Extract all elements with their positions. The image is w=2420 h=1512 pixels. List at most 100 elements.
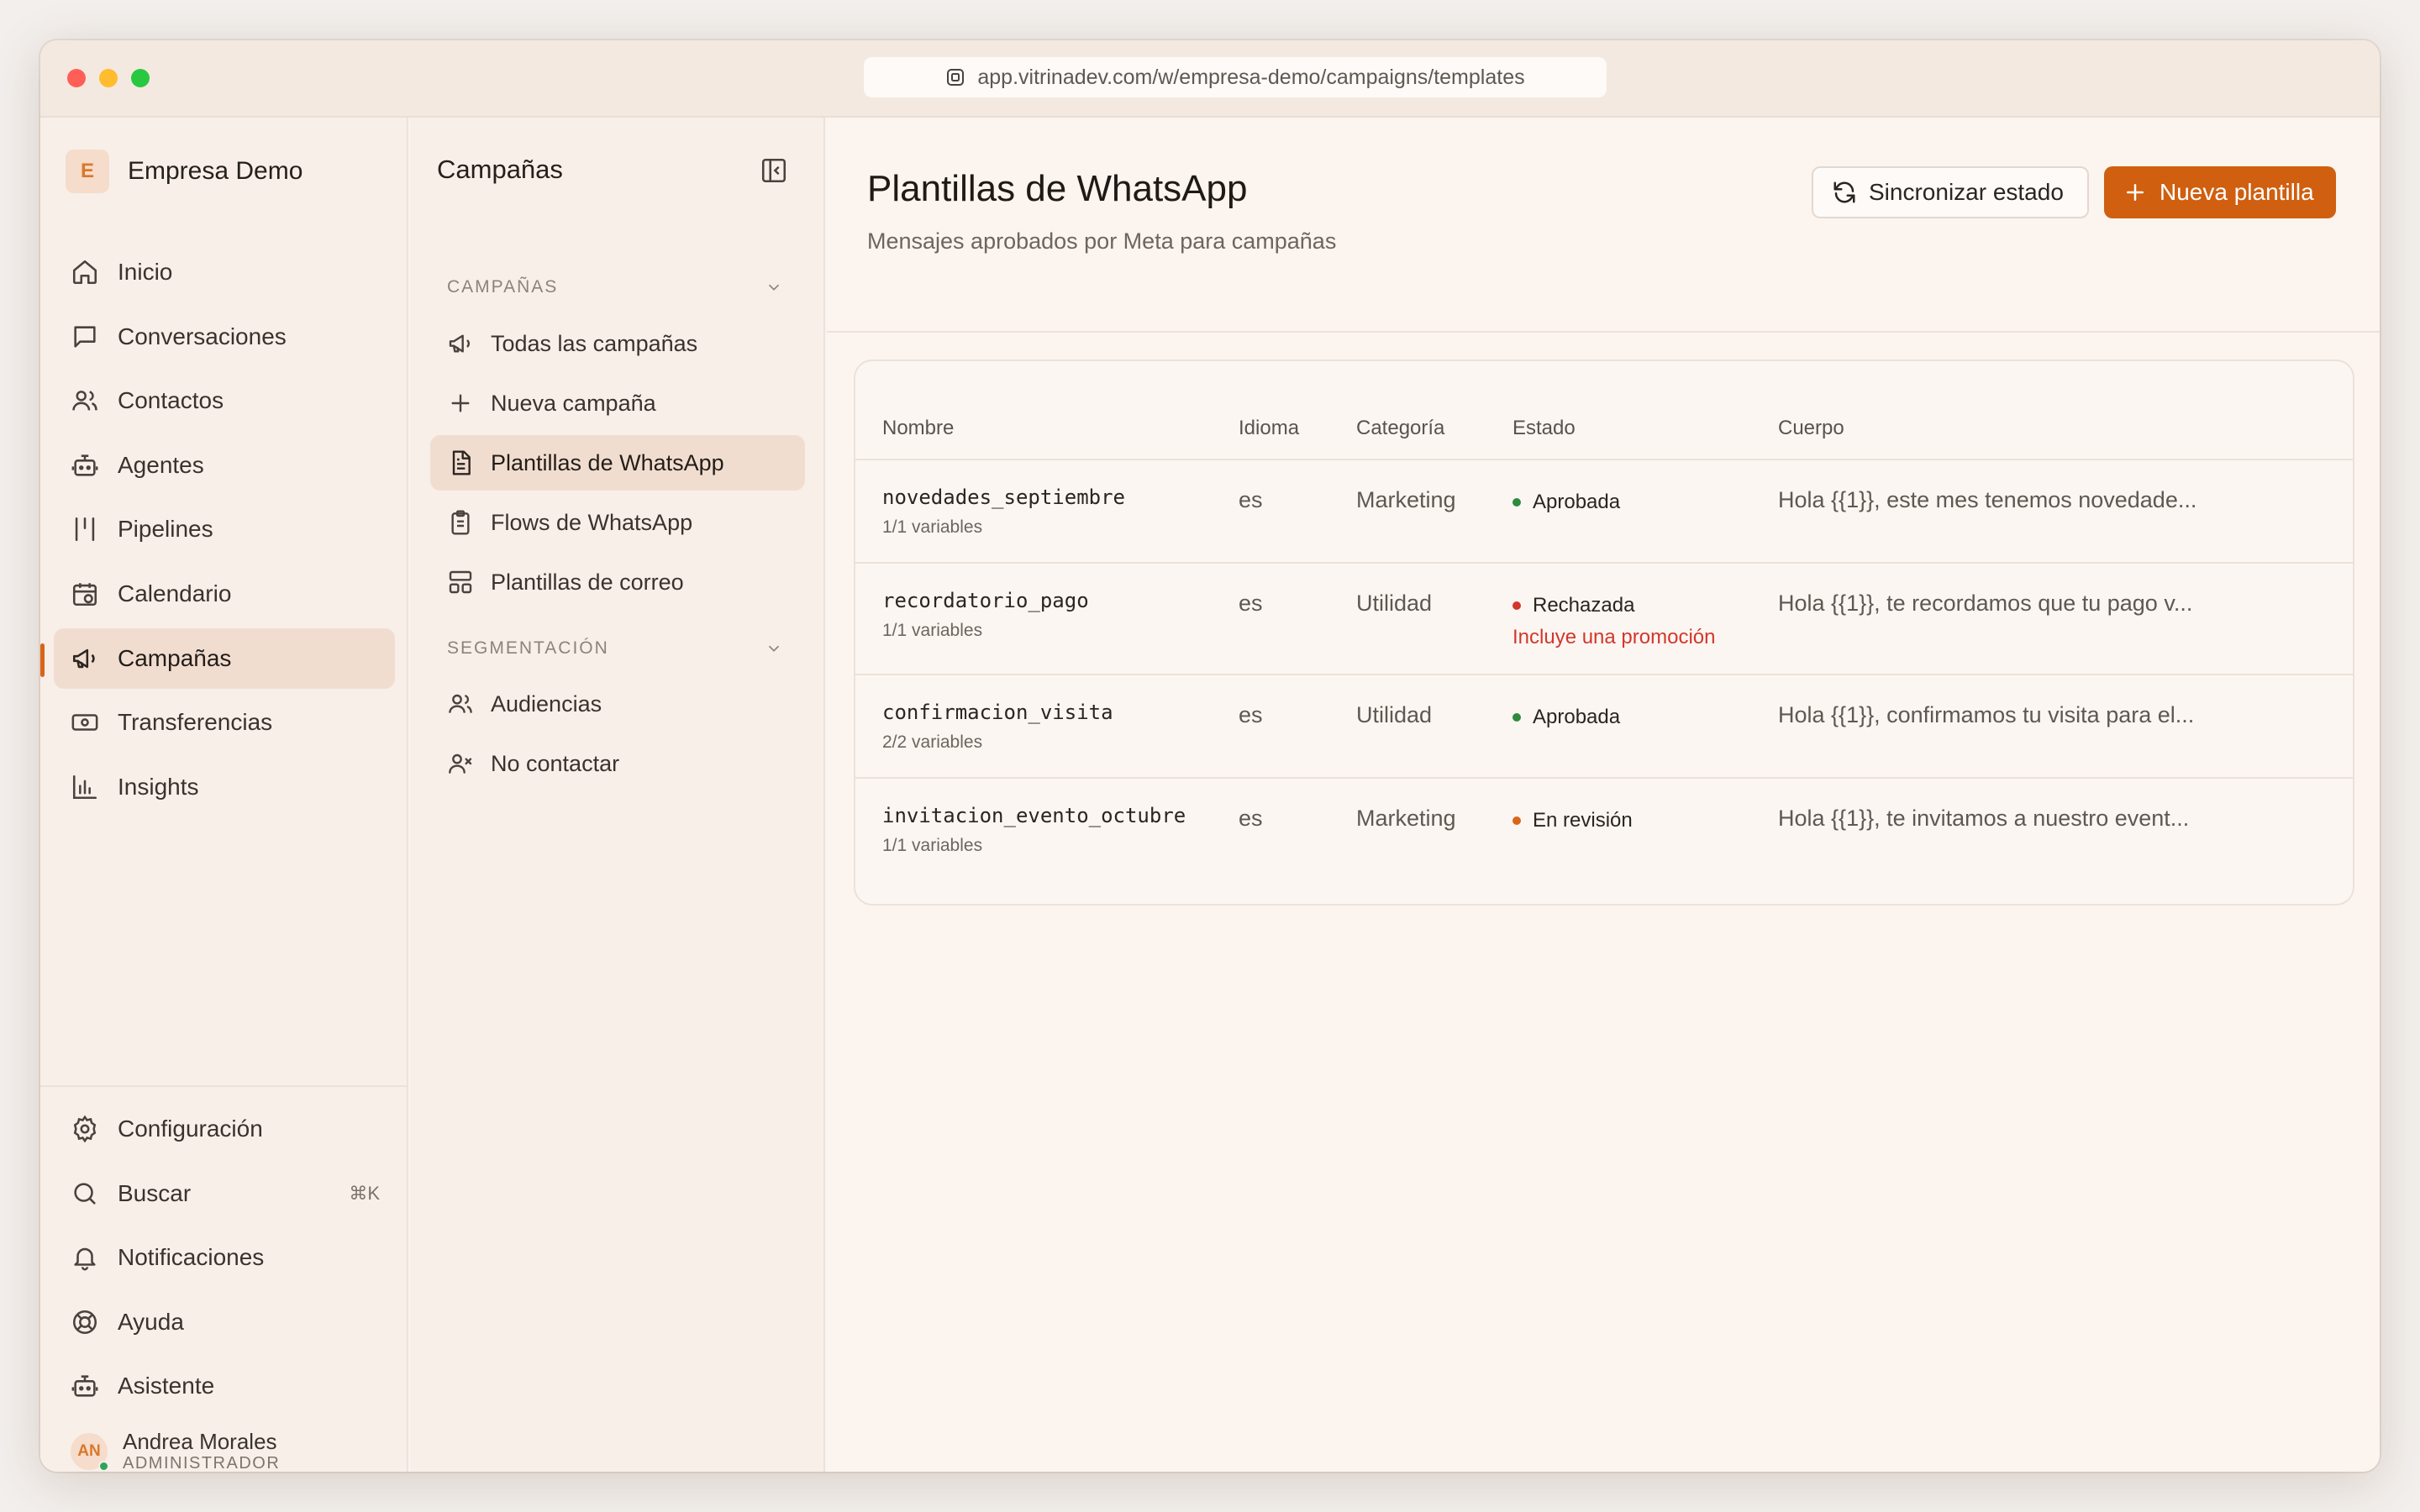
bottom-nav: Configuración Buscar ⌘K Notificaciones A…	[54, 1099, 395, 1420]
panel-item-no-contactar[interactable]: No contactar	[430, 736, 805, 791]
column-header-cuerpo[interactable]: Cuerpo	[1778, 417, 1844, 440]
new-template-label: Nueva plantilla	[2160, 179, 2314, 205]
template-body: Hola {{1}}, te invitamos a nuestro event…	[1778, 806, 2190, 831]
nav-label: Calendario	[118, 580, 232, 606]
file-text-icon	[452, 450, 471, 475]
panel-item-label: Nueva campaña	[491, 390, 656, 416]
nav-item-configuracion[interactable]: Configuración	[54, 1099, 395, 1159]
user-role: ADMINISTRADOR	[123, 1454, 281, 1472]
browser-window: app.vitrinadev.com/w/empresa-demo/campai…	[40, 40, 2380, 1472]
divider	[40, 1085, 408, 1087]
column-header-categoria[interactable]: Categoría	[1356, 417, 1444, 440]
nav-item-notificaciones[interactable]: Notificaciones	[54, 1227, 395, 1288]
nav-label: Notificaciones	[118, 1244, 265, 1271]
table-row[interactable]: recordatorio_pago 1/1 variables es Utili…	[855, 564, 2353, 675]
template-body: Hola {{1}}, te recordamos que tu pago v.…	[1778, 591, 2193, 616]
template-name: recordatorio_pago	[882, 589, 1089, 612]
nav-label: Pipelines	[118, 516, 213, 543]
template-body: Hola {{1}}, confirmamos tu visita para e…	[1778, 702, 2195, 727]
status-label: Aprobada	[1533, 706, 1621, 728]
section-label: CAMPAÑAS	[447, 277, 559, 297]
nav-label: Insights	[118, 773, 199, 800]
panel-item-label: Plantillas de correo	[491, 569, 684, 595]
user-name: Andrea Morales	[123, 1429, 277, 1454]
nav-item-inicio[interactable]: Inicio	[54, 242, 395, 302]
nav-item-pipelines[interactable]: Pipelines	[54, 499, 395, 559]
search-shortcut: ⌘K	[349, 1182, 380, 1204]
minimize-window-button[interactable]	[99, 69, 118, 87]
close-window-button[interactable]	[67, 69, 86, 87]
table-row[interactable]: invitacion_evento_octubre 1/1 variables …	[855, 779, 2353, 882]
nav-item-transferencias[interactable]: Transferencias	[54, 692, 395, 753]
title-bar: app.vitrinadev.com/w/empresa-demo/campai…	[40, 40, 2380, 118]
sync-status-button[interactable]: Sincronizar estado	[1812, 166, 2089, 218]
template-name: novedades_septiembre	[882, 486, 1125, 509]
nav-item-insights[interactable]: Insights	[54, 757, 395, 817]
status-dot	[1512, 601, 1521, 610]
page-title: Plantillas de WhatsApp	[867, 168, 1248, 209]
bot-icon	[71, 454, 98, 476]
nav-item-ayuda[interactable]: Ayuda	[54, 1292, 395, 1352]
template-language: es	[1239, 806, 1263, 831]
main-sidebar: E Empresa Demo Inicio Conversaciones Con…	[40, 118, 408, 1472]
column-header-nombre[interactable]: Nombre	[882, 417, 954, 440]
panel-item-label: Flows de WhatsApp	[491, 509, 693, 535]
panel-item-label: Todas las campañas	[491, 330, 698, 356]
table-row[interactable]: confirmacion_visita 2/2 variables es Uti…	[855, 675, 2353, 779]
column-header-estado[interactable]: Estado	[1512, 417, 1576, 440]
megaphone-icon	[449, 334, 470, 353]
template-category: Marketing	[1356, 806, 1456, 831]
page-header: Plantillas de WhatsApp Mensajes aprobado…	[827, 118, 2380, 333]
status-badge: Aprobada	[1512, 706, 1620, 729]
nav-item-buscar[interactable]: Buscar ⌘K	[54, 1163, 395, 1224]
panel-item-nueva-campana[interactable]: Nueva campaña	[430, 375, 805, 431]
status-dot	[1512, 498, 1521, 507]
panel-item-flows-whatsapp[interactable]: Flows de WhatsApp	[430, 495, 805, 550]
panel-item-plantillas-whatsapp[interactable]: Plantillas de WhatsApp	[430, 435, 805, 491]
new-template-button[interactable]: Nueva plantilla	[2104, 166, 2336, 218]
address-bar[interactable]: app.vitrinadev.com/w/empresa-demo/campai…	[864, 57, 1607, 97]
campaigns-panel: Campañas CAMPAÑAS Todas las campañas Nue…	[410, 118, 825, 1472]
panel-item-audiencias[interactable]: Audiencias	[430, 676, 805, 732]
chart-icon	[72, 774, 97, 799]
user-x-icon	[449, 753, 472, 774]
section-segmentacion[interactable]: SEGMENTACIÓN	[447, 638, 783, 659]
nav-item-campanas[interactable]: Campañas	[40, 627, 395, 689]
site-info-icon	[947, 69, 965, 86]
panel-title: Campañas	[437, 155, 563, 184]
nav-label: Configuración	[118, 1116, 263, 1142]
refresh-icon	[1833, 181, 1855, 203]
url-text: app.vitrinadev.com/w/empresa-demo/campai…	[977, 65, 1525, 89]
online-status-dot	[98, 1461, 109, 1472]
template-category: Utilidad	[1356, 702, 1433, 727]
status-label: Rechazada	[1533, 594, 1635, 617]
panel-item-todas-campanas[interactable]: Todas las campañas	[430, 316, 805, 371]
status-dot	[1512, 713, 1521, 722]
user-menu[interactable]: AN Andrea Morales ADMINISTRADOR	[71, 1430, 280, 1472]
template-language: es	[1239, 702, 1263, 727]
panel-item-plantillas-correo[interactable]: Plantillas de correo	[430, 554, 805, 610]
nav-item-agentes[interactable]: Agentes	[54, 435, 395, 496]
template-category: Utilidad	[1356, 591, 1433, 616]
maximize-window-button[interactable]	[131, 69, 150, 87]
nav-label: Campañas	[118, 644, 232, 671]
template-variables: 1/1 variables	[882, 517, 983, 537]
nav-item-calendario[interactable]: Calendario	[54, 564, 395, 624]
template-variables: 1/1 variables	[882, 621, 983, 640]
nav-label: Ayuda	[118, 1308, 184, 1335]
nav-label: Asistente	[118, 1373, 215, 1399]
main-nav: Inicio Conversaciones Contactos Agentes …	[40, 242, 395, 821]
column-header-idioma[interactable]: Idioma	[1239, 417, 1299, 440]
section-label: SEGMENTACIÓN	[447, 638, 609, 658]
table-row[interactable]: novedades_septiembre 1/1 variables es Ma…	[855, 460, 2353, 564]
plus-icon	[451, 394, 470, 412]
workspace-switcher[interactable]: E Empresa Demo	[66, 150, 302, 193]
nav-item-conversaciones[interactable]: Conversaciones	[54, 307, 395, 367]
chevron-down-icon	[768, 645, 780, 652]
section-campanas[interactable]: CAMPAÑAS	[447, 277, 783, 297]
template-variables: 2/2 variables	[882, 732, 983, 752]
nav-item-contactos[interactable]: Contactos	[54, 370, 395, 431]
template-language: es	[1239, 487, 1263, 512]
collapse-panel-icon[interactable]	[760, 156, 788, 185]
nav-item-asistente[interactable]: Asistente	[54, 1356, 395, 1416]
